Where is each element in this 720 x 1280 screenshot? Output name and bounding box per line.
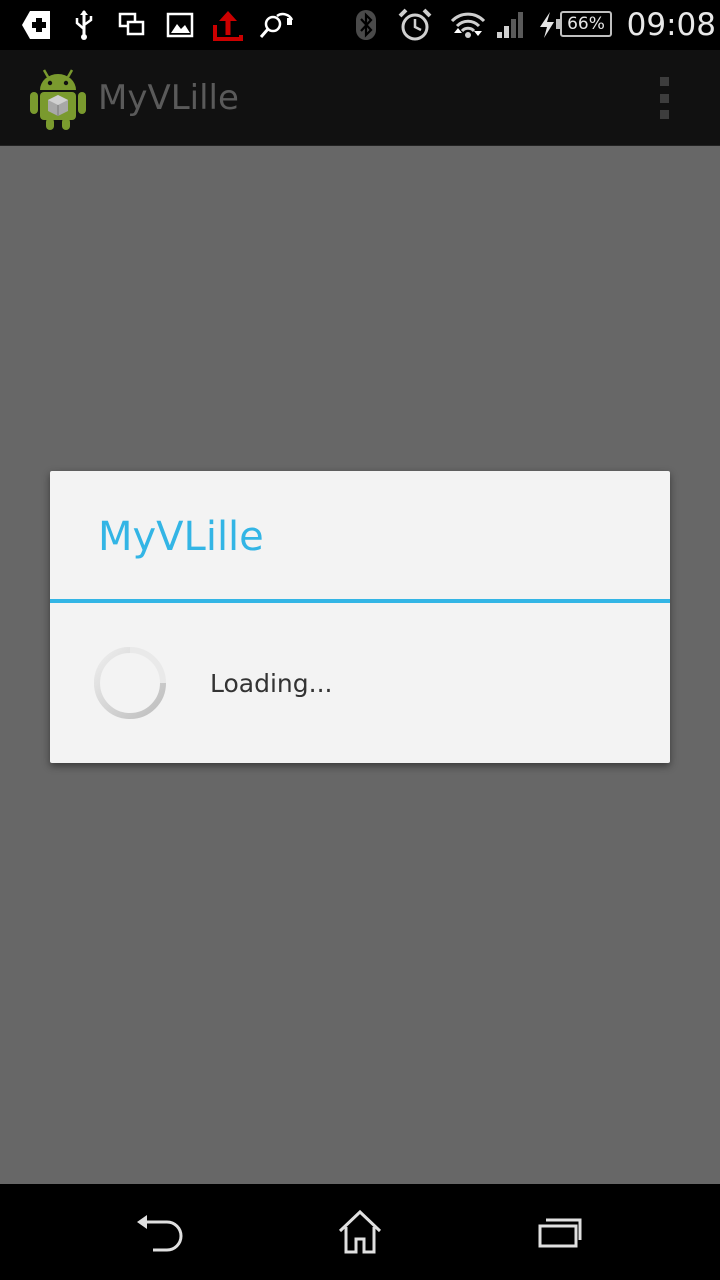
bluetooth-icon (352, 8, 380, 42)
navigation-bar (0, 1184, 720, 1280)
android-app-icon[interactable] (28, 64, 88, 130)
home-icon[interactable] (320, 1202, 400, 1262)
wifi-icon (448, 8, 488, 42)
overflow-dot (659, 110, 669, 119)
alarm-icon (396, 8, 434, 42)
charging-icon (536, 8, 558, 42)
screen-mirror-icon (116, 8, 148, 42)
recent-apps-icon[interactable] (520, 1202, 600, 1262)
app-title: MyVLille (98, 78, 239, 118)
dialog-title: MyVLille (98, 514, 264, 560)
headset-search-icon (258, 8, 296, 42)
dialog-message: Loading... (210, 669, 333, 698)
back-icon[interactable] (120, 1202, 200, 1262)
overflow-menu-icon[interactable] (646, 74, 682, 122)
status-clock: 09:08 (626, 7, 716, 43)
gallery-icon (164, 8, 196, 42)
action-bar: MyVLille (0, 50, 720, 146)
app-notification-icon (18, 8, 54, 42)
progress-dialog: MyVLille Loading... (50, 471, 670, 763)
battery-level: 66% (556, 11, 612, 37)
upload-icon (210, 8, 246, 42)
overflow-dot (659, 77, 669, 86)
overflow-dot (659, 93, 669, 103)
loading-spinner-icon (92, 645, 168, 721)
status-bar: 66% 09:08 (0, 0, 720, 50)
dialog-divider (50, 599, 670, 603)
usb-icon (70, 8, 98, 42)
signal-icon (494, 8, 528, 42)
